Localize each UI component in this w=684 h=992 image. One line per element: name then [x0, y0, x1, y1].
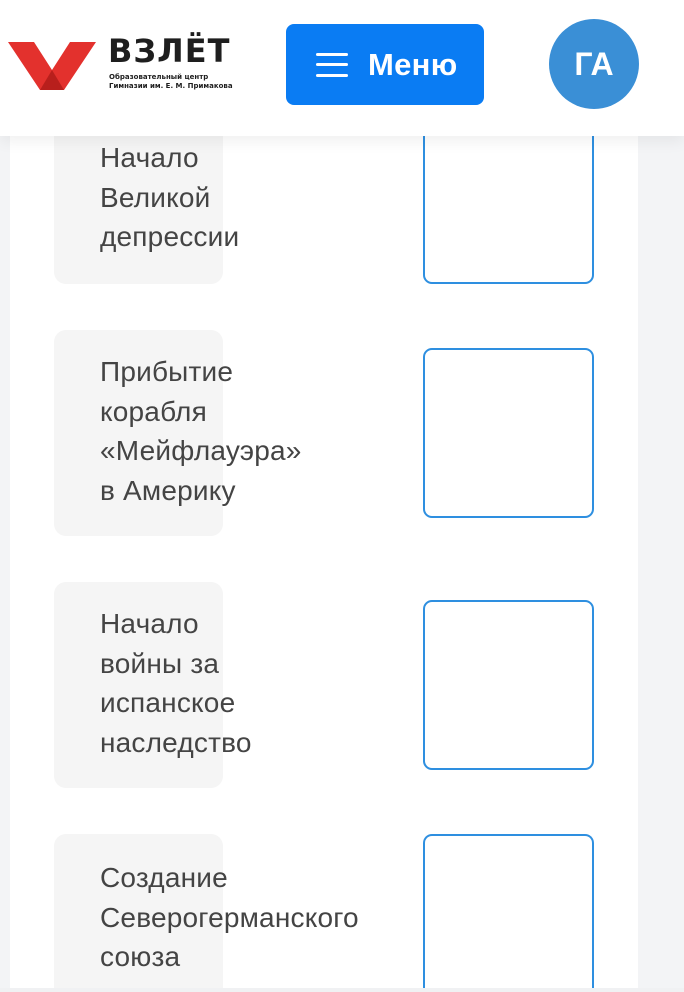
- logo-title: ВЗЛЁТ: [108, 32, 231, 70]
- hamburger-icon: [316, 52, 348, 78]
- page-bottom-edge: [0, 988, 684, 992]
- answer-drop-box[interactable]: [423, 114, 594, 284]
- answer-drop-box[interactable]: [423, 834, 594, 988]
- event-text: Начало Великой депрессии: [100, 142, 240, 252]
- answer-drop-box[interactable]: [423, 600, 594, 770]
- user-avatar[interactable]: ГА: [549, 19, 639, 109]
- logo-subtitle: Образовательный центр Гимназии им. Е. М.…: [109, 73, 233, 90]
- vzlet-logo-mark-icon: [8, 42, 96, 90]
- site-header: ВЗЛЁТ Образовательный центр Гимназии им.…: [0, 0, 684, 136]
- event-text: Прибытие корабля «Мейфлауэра» в Америку: [100, 356, 302, 506]
- event-text: Создание Северогерманского союза: [100, 862, 359, 972]
- site-logo[interactable]: ВЗЛЁТ Образовательный центр Гимназии им.…: [8, 32, 238, 98]
- event-text: Начало войны за испанское наследство: [100, 608, 252, 758]
- menu-button[interactable]: Меню: [286, 24, 484, 105]
- answer-drop-box[interactable]: [423, 348, 594, 518]
- menu-button-label: Меню: [368, 46, 458, 82]
- question-panel: Начало Великой депрессии Прибытие корабл…: [10, 0, 638, 988]
